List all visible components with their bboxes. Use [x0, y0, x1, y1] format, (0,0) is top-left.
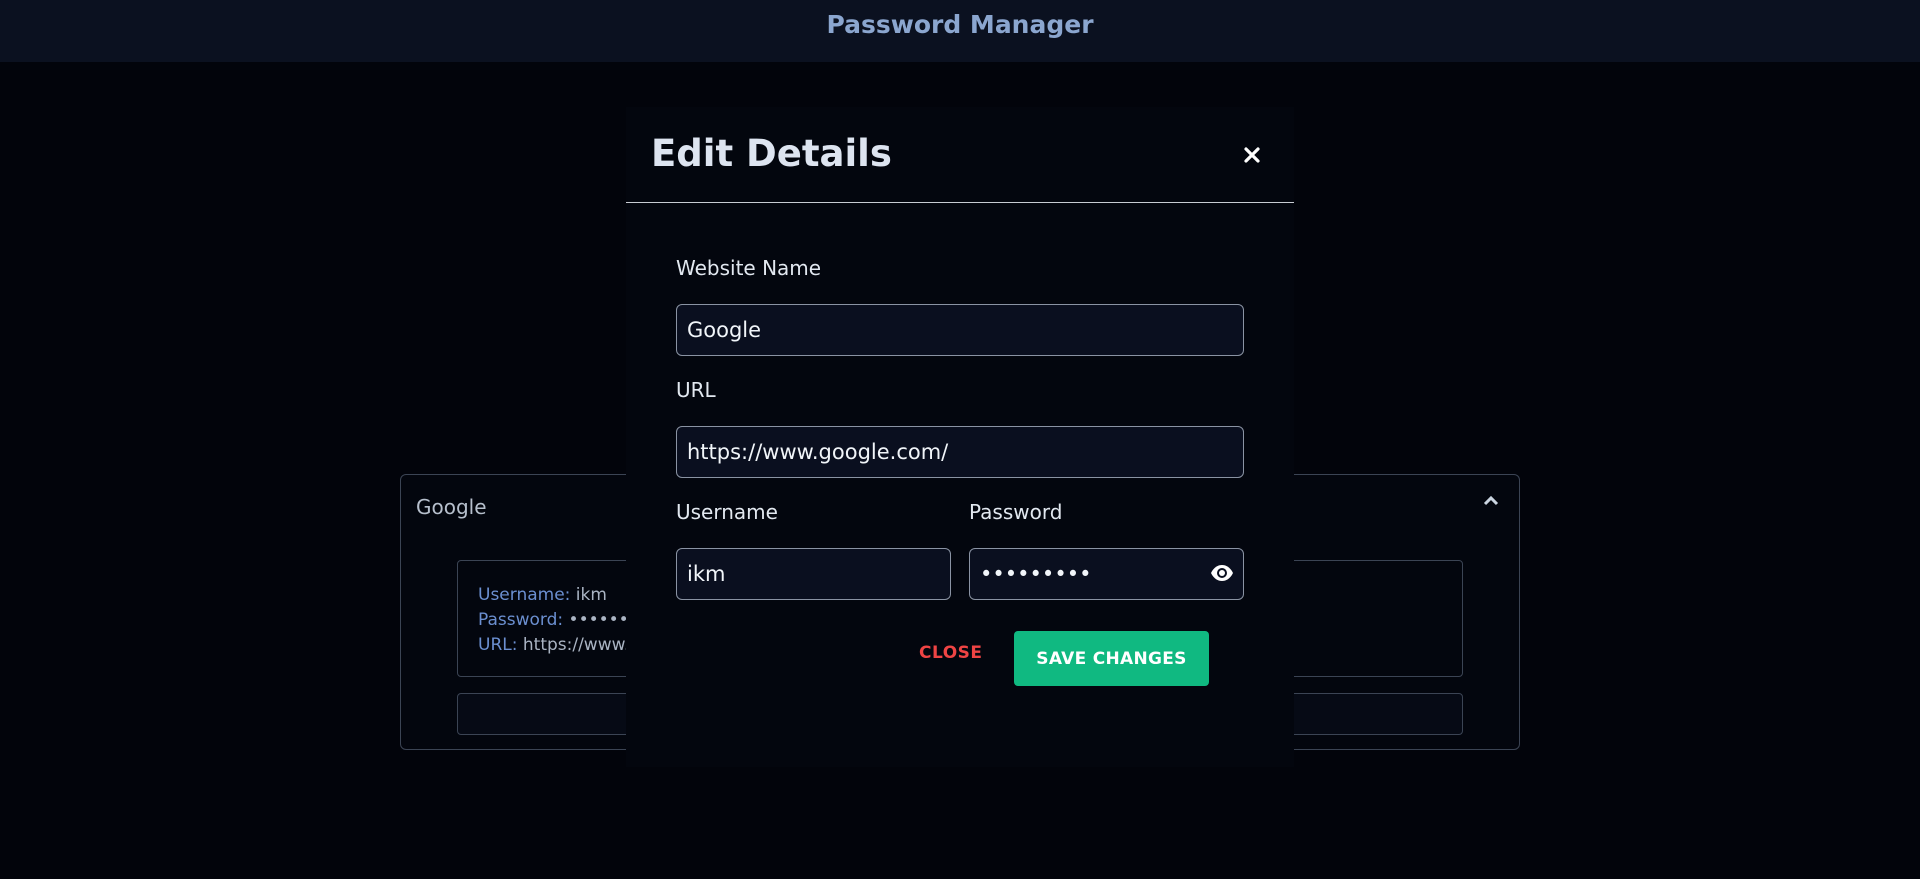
chevron-up-icon[interactable]	[1483, 493, 1499, 509]
password-input[interactable]	[969, 548, 1244, 600]
website-name-input[interactable]	[676, 304, 1244, 356]
card-title[interactable]: Google	[416, 495, 487, 519]
detail-username-value: ikm	[575, 585, 607, 605]
app-title: Password Manager	[826, 9, 1094, 39]
username-label: Username	[676, 500, 778, 524]
save-changes-button[interactable]: SAVE CHANGES	[1014, 631, 1209, 686]
website-name-label: Website Name	[676, 256, 822, 280]
url-input[interactable]	[676, 426, 1244, 478]
app-header: Password Manager	[0, 0, 1920, 62]
detail-username-label: Username:	[478, 585, 571, 605]
close-button[interactable]: CLOSE	[919, 643, 983, 663]
url-label: URL	[676, 378, 716, 402]
close-icon[interactable]	[1244, 147, 1260, 163]
detail-password-label: Password:	[478, 610, 564, 630]
edit-details-modal: Edit Details Website Name URL Username P…	[626, 107, 1294, 767]
password-label: Password	[969, 500, 1063, 524]
modal-title: Edit Details	[651, 132, 892, 175]
detail-url-label: URL:	[478, 635, 518, 655]
modal-header: Edit Details	[626, 107, 1294, 203]
password-field-wrapper	[969, 548, 1244, 600]
username-input[interactable]	[676, 548, 951, 600]
eye-icon[interactable]	[1210, 561, 1234, 585]
detail-url-value: https://www.g	[522, 635, 641, 655]
